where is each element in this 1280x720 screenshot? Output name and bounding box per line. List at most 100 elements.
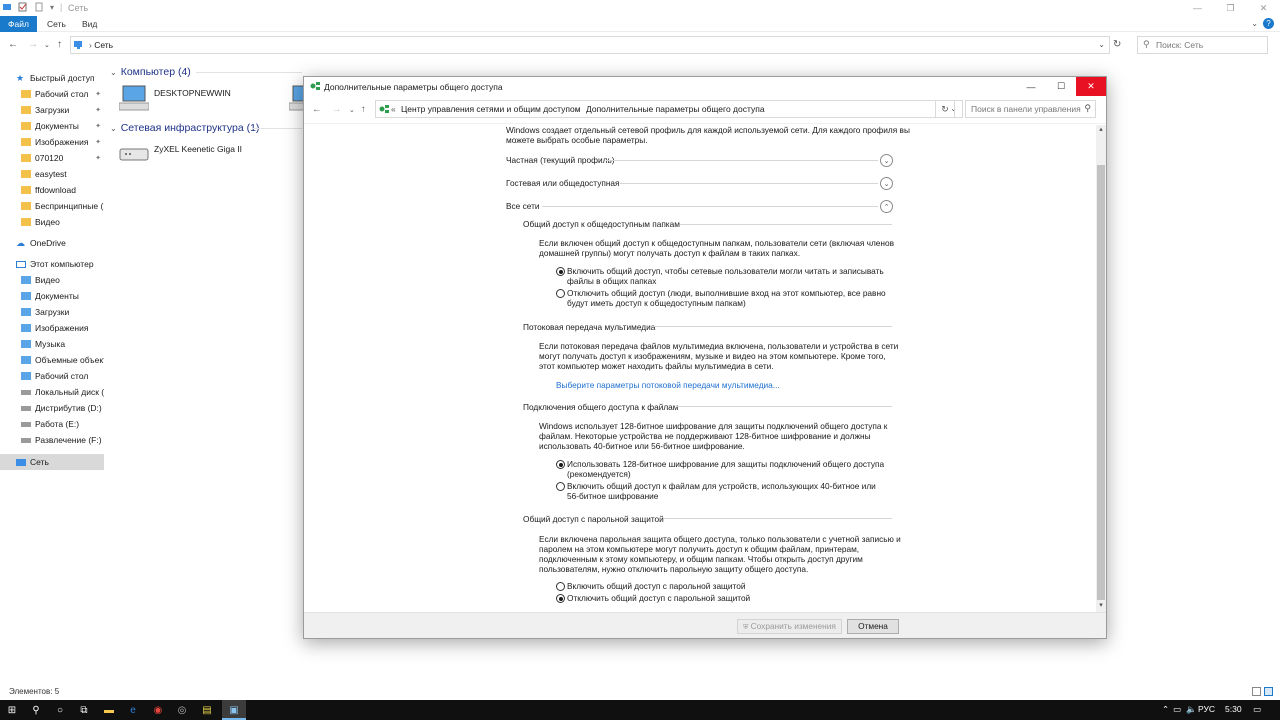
- properties-icon[interactable]: [18, 2, 28, 12]
- sidebar-item-onedrive[interactable]: ☁ OneDrive: [0, 235, 104, 251]
- forward-icon[interactable]: →: [28, 39, 38, 50]
- search-box[interactable]: ⚲ Поиск: Сеть: [1137, 36, 1268, 54]
- sidebar-item[interactable]: Загрузки: [0, 304, 104, 320]
- expand-chevron-icon[interactable]: ⌄: [880, 154, 893, 167]
- group-header-infrastructure[interactable]: ⌄ Сетевая инфраструктура (1): [110, 122, 259, 134]
- radio-password-protection-off[interactable]: [556, 594, 565, 603]
- tab-view[interactable]: Вид: [82, 16, 97, 32]
- chevron-down-icon[interactable]: ⌄: [1251, 19, 1258, 28]
- radio-label[interactable]: Включить общий доступ, чтобы сетевые пол…: [567, 266, 884, 276]
- scrollbar-thumb[interactable]: [1097, 165, 1105, 600]
- radio-label[interactable]: Отключить общий доступ с парольной защит…: [567, 593, 750, 603]
- new-folder-icon[interactable]: [34, 2, 44, 12]
- sidebar-item-quick-access[interactable]: ★ Быстрый доступ: [0, 70, 104, 86]
- sidebar-item[interactable]: Работа (E:): [0, 416, 104, 432]
- list-item[interactable]: ZyXEL Keenetic Giga II: [119, 142, 242, 166]
- radio-128bit-encryption[interactable]: [556, 460, 565, 469]
- vertical-scrollbar[interactable]: ▴ ▾: [1096, 125, 1106, 612]
- tiles-view-icon[interactable]: [1264, 687, 1273, 696]
- tray-overflow-icon[interactable]: ⌃: [1162, 704, 1169, 715]
- sidebar-item[interactable]: Видео: [0, 272, 104, 288]
- radio-40-56bit-encryption[interactable]: [556, 482, 565, 491]
- maximize-icon[interactable]: ☐: [1046, 77, 1076, 96]
- task-view-icon[interactable]: ⧉: [77, 703, 91, 717]
- pin-icon[interactable]: ✦: [95, 138, 101, 146]
- recent-chevron-icon[interactable]: ⌄: [44, 41, 50, 49]
- profile-guest[interactable]: Гостевая или общедоступная: [506, 178, 620, 188]
- sidebar-item[interactable]: Изображения ✦: [0, 134, 104, 150]
- list-item[interactable]: [289, 84, 303, 112]
- radio-password-protection-on[interactable]: [556, 582, 565, 591]
- expand-chevron-icon[interactable]: ⌄: [880, 177, 893, 190]
- sidebar-item[interactable]: Объемные объект: [0, 352, 104, 368]
- maximize-icon[interactable]: ❐: [1214, 0, 1247, 16]
- radio-label[interactable]: будут иметь доступ к общедоступным папка…: [567, 298, 746, 308]
- close-button[interactable]: ✕: [1076, 77, 1106, 96]
- profile-all-networks[interactable]: Все сети: [506, 201, 540, 211]
- sidebar-item[interactable]: ffdownload: [0, 182, 104, 198]
- network-center-icon[interactable]: ▣: [227, 703, 241, 717]
- scroll-down-icon[interactable]: ▾: [1096, 601, 1106, 611]
- close-icon[interactable]: ✕: [1247, 0, 1280, 16]
- start-windows-icon[interactable]: ⊞: [5, 703, 19, 717]
- sidebar-item[interactable]: Беспринципные (1: [0, 198, 104, 214]
- tab-network[interactable]: Сеть: [47, 16, 66, 32]
- sidebar-item[interactable]: easytest: [0, 166, 104, 182]
- pin-icon[interactable]: ✦: [95, 154, 101, 162]
- back-icon[interactable]: ←: [312, 104, 322, 115]
- pin-icon[interactable]: ✦: [95, 106, 101, 114]
- radio-label[interactable]: Использовать 128-битное шифрование для з…: [567, 459, 884, 469]
- radio-public-folders-off[interactable]: [556, 289, 565, 298]
- address-bar[interactable]: › Сеть ⌄: [70, 36, 1110, 54]
- sidebar-item[interactable]: Документы ✦: [0, 118, 104, 134]
- breadcrumb-overflow[interactable]: «: [391, 104, 396, 114]
- clock[interactable]: 5:30: [1225, 704, 1242, 714]
- chevron-down-icon[interactable]: ⌄: [1098, 40, 1105, 49]
- scroll-up-icon[interactable]: ▴: [1096, 125, 1106, 135]
- sidebar-item[interactable]: Музыка: [0, 336, 104, 352]
- sidebar-item[interactable]: Рабочий стол ✦: [0, 86, 104, 102]
- refresh-icon[interactable]: ↻: [1113, 39, 1121, 50]
- network-tray-icon[interactable]: ▭: [1173, 704, 1181, 715]
- file-explorer-icon[interactable]: ▬: [102, 703, 116, 717]
- recent-chevron-icon[interactable]: ⌄: [349, 106, 355, 114]
- pin-icon[interactable]: ✦: [95, 122, 101, 130]
- edge-icon[interactable]: e: [126, 703, 140, 717]
- media-icon[interactable]: ◎: [175, 703, 189, 717]
- back-icon[interactable]: ←: [8, 39, 18, 50]
- save-changes-button[interactable]: ⛨ Сохранить изменения: [737, 619, 842, 634]
- sidebar-item[interactable]: Изображения: [0, 320, 104, 336]
- volume-icon[interactable]: 🔈: [1186, 704, 1197, 715]
- sidebar-item-this-pc[interactable]: Этот компьютер: [0, 256, 104, 272]
- radio-label[interactable]: Отключить общий доступ (люди, выполнивши…: [567, 288, 886, 298]
- minimize-icon[interactable]: —: [1016, 77, 1046, 96]
- cancel-button[interactable]: Отмена: [847, 619, 899, 634]
- chrome-icon[interactable]: ◉: [151, 703, 165, 717]
- dialog-address-bar[interactable]: « Центр управления сетями и общим доступ…: [375, 100, 963, 118]
- group-header-computers[interactable]: ⌄ Компьютер (4): [110, 66, 191, 78]
- sidebar-item[interactable]: Документы: [0, 288, 104, 304]
- list-item[interactable]: DESKTOPNEWWIN: [118, 84, 231, 114]
- pin-icon[interactable]: ✦: [95, 90, 101, 98]
- breadcrumb-network-center[interactable]: Центр управления сетями и общим доступом: [401, 104, 581, 114]
- refresh-icon[interactable]: ↻: [935, 100, 955, 118]
- collapse-chevron-icon[interactable]: ⌃: [880, 200, 893, 213]
- radio-label[interactable]: файлы в общих папках: [567, 276, 656, 286]
- control-panel-search[interactable]: Поиск в панели управления ⚲: [965, 100, 1096, 118]
- sidebar-item[interactable]: 070120 ✦: [0, 150, 104, 166]
- up-icon[interactable]: ↑: [361, 104, 366, 115]
- sidebar-item[interactable]: Видео: [0, 214, 104, 230]
- media-streaming-link[interactable]: Выберите параметры потоковой передачи му…: [556, 380, 780, 390]
- radio-public-folders-on[interactable]: [556, 267, 565, 276]
- notifications-icon[interactable]: ▭: [1253, 704, 1261, 715]
- sidebar-item[interactable]: Рабочий стол: [0, 368, 104, 384]
- sidebar-item[interactable]: Загрузки ✦: [0, 102, 104, 118]
- minimize-icon[interactable]: —: [1181, 0, 1214, 16]
- radio-label[interactable]: (рекомендуется): [567, 469, 631, 479]
- help-icon[interactable]: ?: [1263, 18, 1274, 29]
- sidebar-item-network[interactable]: Сеть: [0, 454, 104, 470]
- radio-label[interactable]: Включить общий доступ с парольной защито…: [567, 581, 745, 591]
- notes-icon[interactable]: ▤: [200, 703, 214, 717]
- profile-private[interactable]: Частная (текущий профиль): [506, 155, 615, 165]
- search-icon[interactable]: ⚲: [29, 703, 43, 717]
